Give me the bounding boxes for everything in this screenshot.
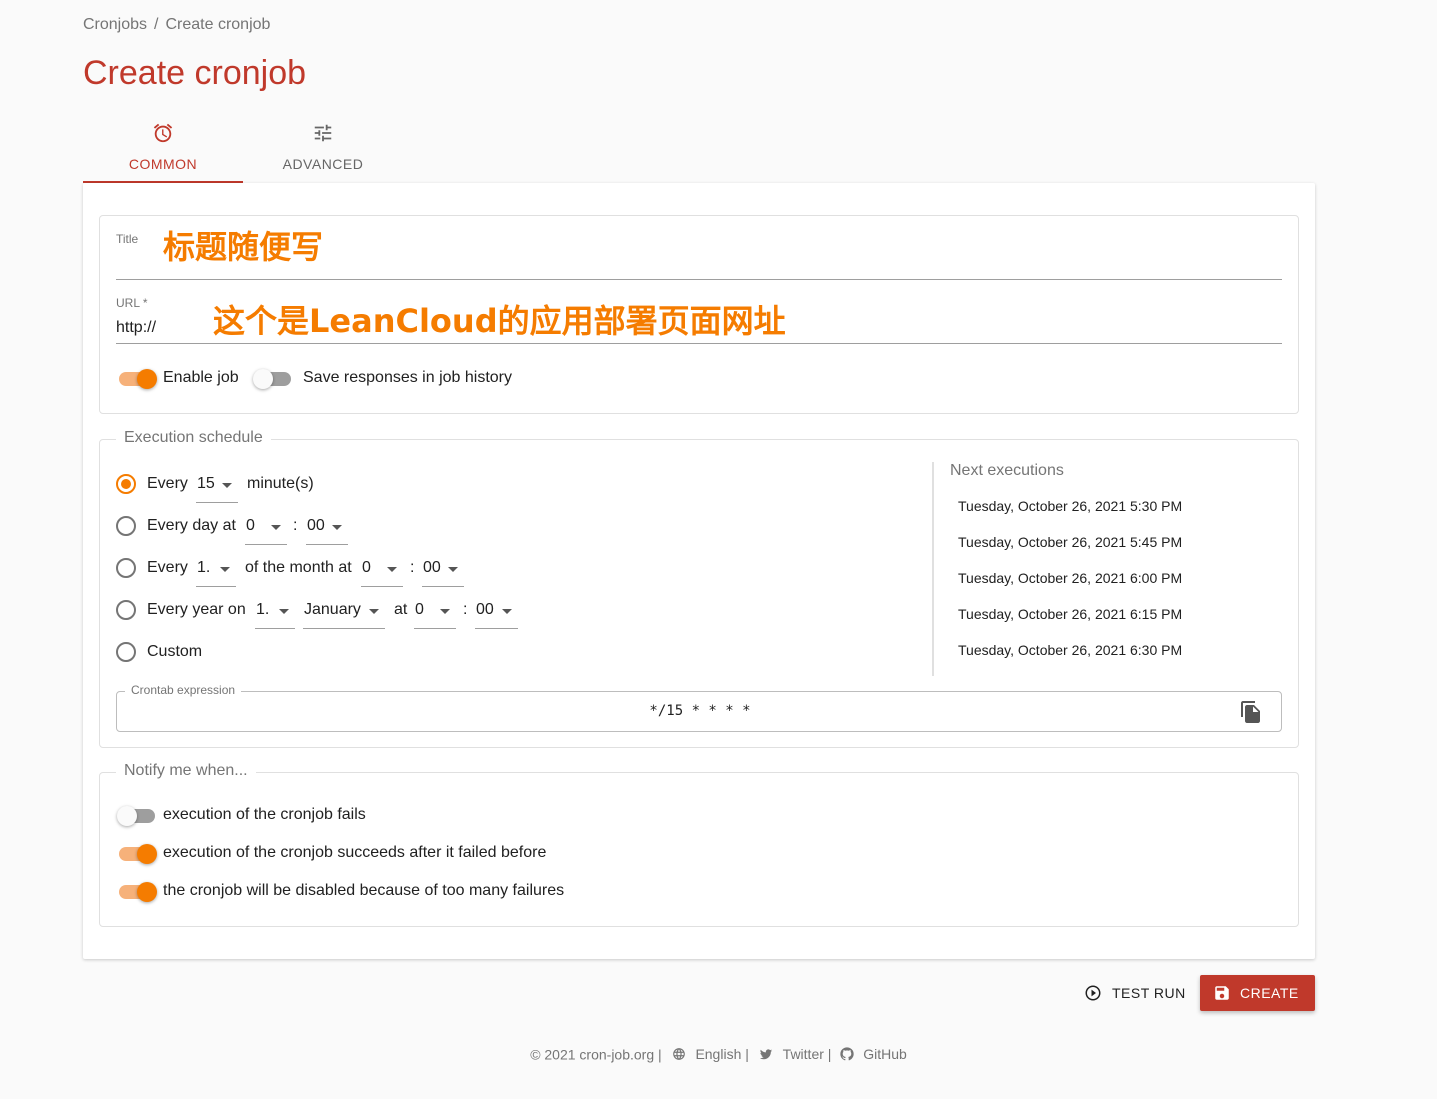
url-label: URL * <box>116 296 148 310</box>
chevron-down-icon <box>332 525 342 530</box>
year-day-select[interactable]: 1. <box>255 601 295 629</box>
footer-language-link[interactable]: English | <box>695 1046 748 1062</box>
day-colon: : <box>293 517 298 534</box>
chevron-down-icon <box>279 609 289 614</box>
enable-job-toggle[interactable] <box>119 369 157 389</box>
month-hour-select[interactable]: 0 <box>361 559 403 587</box>
notify-recovery-label: execution of the cronjob succeeds after … <box>163 844 547 861</box>
execution-schedule-legend: Execution schedule <box>116 429 271 447</box>
footer-twitter-link[interactable]: Twitter | <box>783 1046 832 1062</box>
crontab-expression-value: */15 * * * * <box>649 703 751 719</box>
next-execution-item: Tuesday, October 26, 2021 6:00 PM <box>958 570 1183 586</box>
twitter-icon <box>759 1049 772 1060</box>
breadcrumb-cronjobs-link[interactable]: Cronjobs <box>83 16 147 33</box>
chevron-down-icon <box>369 609 379 614</box>
year-month-select[interactable]: January <box>303 601 385 629</box>
save-responses-toggle[interactable] <box>253 369 291 389</box>
chevron-down-icon <box>440 609 450 614</box>
crontab-expression-label: Crontab expression <box>125 683 242 697</box>
year-minute-select[interactable]: 00 <box>475 601 518 629</box>
save-icon <box>1213 984 1231 1005</box>
enable-job-label: Enable job <box>163 369 239 386</box>
year-hour-select[interactable]: 0 <box>414 601 456 629</box>
every-month-middle: of the month at <box>245 559 352 576</box>
minutes-interval-select[interactable]: 15 <box>196 475 238 503</box>
next-executions-title: Next executions <box>950 462 1064 479</box>
create-label: CREATE <box>1240 985 1299 1001</box>
every-minutes-suffix: minute(s) <box>247 475 314 492</box>
url-annotation: 这个是LeanCloud的应用部署页面网址 <box>213 302 786 340</box>
notify-recovery-toggle[interactable] <box>119 844 157 864</box>
every-month-prefix: Every <box>147 559 188 576</box>
year-colon: : <box>463 601 468 618</box>
breadcrumb: Cronjobs / Create cronjob <box>83 16 270 34</box>
test-run-label: TEST RUN <box>1112 985 1186 1001</box>
footer-copyright: © 2021 cron-job.org | <box>530 1046 662 1063</box>
tab-advanced-label: ADVANCED <box>282 156 364 172</box>
chevron-down-icon <box>220 567 230 572</box>
chevron-down-icon <box>448 567 458 572</box>
next-execution-item: Tuesday, October 26, 2021 5:30 PM <box>958 498 1183 514</box>
every-month-radio[interactable] <box>116 558 136 578</box>
every-minutes-radio[interactable] <box>116 474 136 494</box>
url-underline <box>116 343 1282 344</box>
footer-github-link[interactable]: GitHub <box>863 1046 907 1062</box>
custom-radio[interactable] <box>116 642 136 662</box>
test-run-button[interactable]: TEST RUN <box>1076 975 1192 1011</box>
execution-schedule-box: Execution schedule Every 15 minute(s) Ev… <box>99 429 1299 748</box>
tab-advanced[interactable]: ADVANCED <box>243 114 403 183</box>
custom-label: Custom <box>147 643 203 660</box>
chevron-down-icon <box>387 567 397 572</box>
alarm-icon <box>83 114 243 143</box>
title-annotation: 标题随便写 <box>163 228 324 266</box>
tune-icon <box>243 114 403 142</box>
page-title: Create cronjob <box>83 54 307 92</box>
day-minute-select[interactable]: 00 <box>306 517 348 545</box>
schedule-divider <box>932 462 934 676</box>
next-execution-item: Tuesday, October 26, 2021 6:15 PM <box>958 606 1183 622</box>
year-at-label: at <box>394 601 408 618</box>
title-underline <box>116 279 1282 280</box>
breadcrumb-separator: / <box>154 16 159 33</box>
copy-icon[interactable] <box>1239 700 1263 729</box>
github-icon <box>840 1047 854 1061</box>
create-button[interactable]: CREATE <box>1200 975 1315 1011</box>
notify-legend: Notify me when... <box>116 762 256 780</box>
next-execution-item: Tuesday, October 26, 2021 5:45 PM <box>958 534 1183 550</box>
chevron-down-icon <box>222 483 232 488</box>
every-year-prefix: Every year on <box>147 601 246 618</box>
save-responses-label: Save responses in job history <box>303 369 512 386</box>
every-day-prefix: Every day at <box>147 517 236 534</box>
next-execution-item: Tuesday, October 26, 2021 6:30 PM <box>958 642 1183 658</box>
month-day-select[interactable]: 1. <box>196 559 236 587</box>
month-colon: : <box>410 559 415 576</box>
every-day-radio[interactable] <box>116 516 136 536</box>
day-hour-select[interactable]: 0 <box>245 517 287 545</box>
breadcrumb-current: Create cronjob <box>165 16 271 33</box>
tab-common-label: COMMON <box>128 156 198 172</box>
notify-failure-toggle[interactable] <box>117 806 155 826</box>
every-minutes-prefix: Every <box>147 475 188 492</box>
notify-disabled-label: the cronjob will be disabled because of … <box>163 882 565 899</box>
chevron-down-icon <box>271 525 281 530</box>
tab-common[interactable]: COMMON <box>83 114 243 183</box>
notify-disabled-toggle[interactable] <box>119 882 157 902</box>
basic-fields-box: Title 标题随便写 URL * http:// 这个是LeanCloud的应… <box>99 215 1299 414</box>
footer: © 2021 cron-job.org | English | Twitter … <box>0 1045 1437 1062</box>
every-year-radio[interactable] <box>116 600 136 620</box>
play-circle-icon <box>1084 984 1102 1005</box>
chevron-down-icon <box>502 609 512 614</box>
globe-icon <box>672 1048 685 1061</box>
crontab-expression-field[interactable]: Crontab expression */15 * * * * <box>116 683 1282 732</box>
url-input[interactable]: http:// <box>116 319 156 337</box>
notify-box: Notify me when... execution of the cronj… <box>99 762 1299 927</box>
month-minute-select[interactable]: 00 <box>422 559 464 587</box>
notify-failure-label: execution of the cronjob fails <box>163 806 366 823</box>
